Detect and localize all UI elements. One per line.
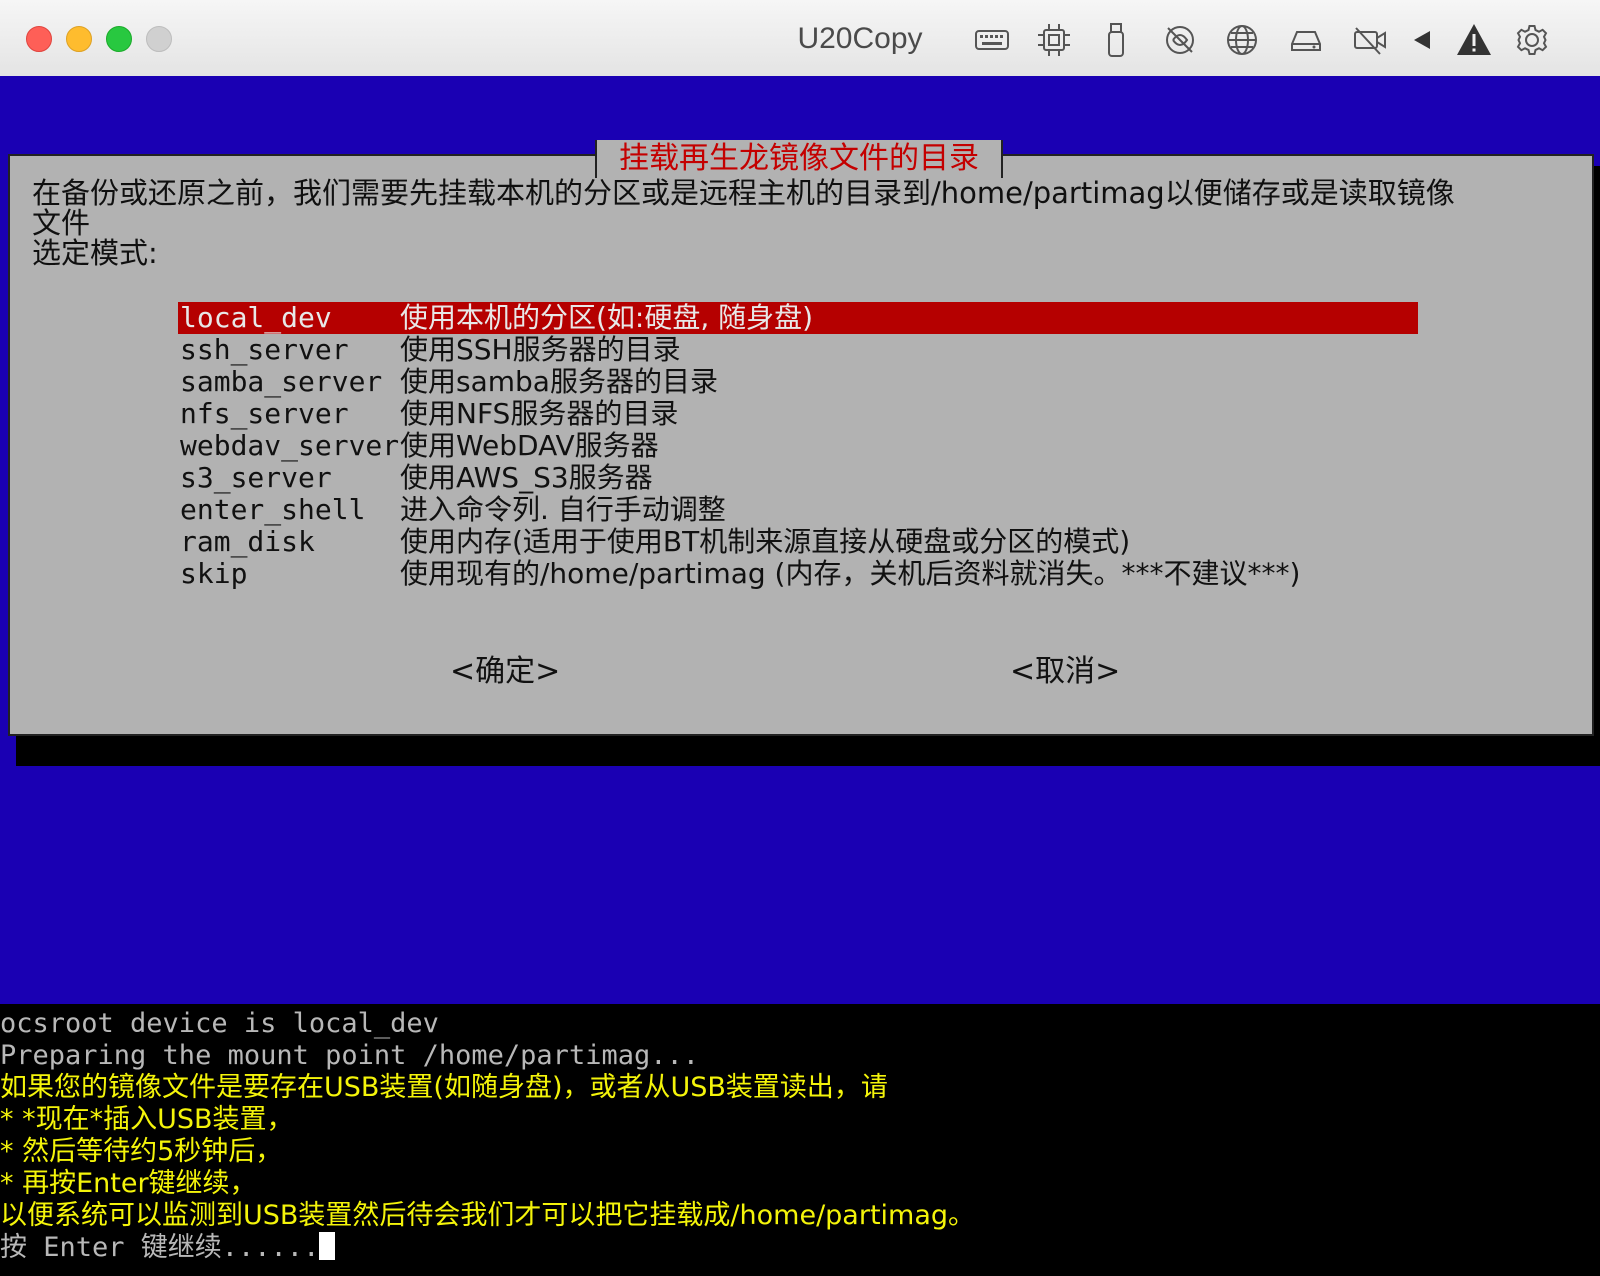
mode-menu: local_dev 使用本机的分区(如:硬盘, 随身盘) ssh_server …	[178, 302, 1418, 590]
warning-icon[interactable]	[1454, 20, 1494, 60]
menu-item-desc: 使用SSH服务器的目录	[400, 333, 681, 366]
menu-item-desc: 使用WebDAV服务器	[400, 429, 659, 462]
menu-item-key: webdav_server	[180, 429, 400, 462]
console-prompt-line[interactable]: 按 Enter 键继续......	[0, 1232, 336, 1263]
console-line: 如果您的镜像文件是要存在USB装置(如随身盘)，或者从USB装置读出，请	[0, 1072, 888, 1103]
ok-button[interactable]: <确定>	[450, 646, 560, 690]
menu-item-key: samba_server	[180, 365, 383, 398]
menu-item-desc: 使用samba服务器的目录	[400, 365, 718, 398]
menu-item-enter-shell[interactable]: enter_shell 进入命令列. 自行手动调整	[178, 494, 1418, 526]
cancel-button[interactable]: <取消>	[1010, 646, 1120, 690]
dialog-shadow	[1594, 166, 1600, 746]
menu-item-webdav-server[interactable]: webdav_server 使用WebDAV服务器	[178, 430, 1418, 462]
console-line: Preparing the mount point /home/partimag…	[0, 1040, 699, 1071]
dialog-title: 挂载再生龙镜像文件的目录	[619, 141, 979, 176]
prompt-line: 文件	[32, 206, 91, 240]
menu-item-key: skip	[180, 557, 248, 590]
close-button[interactable]	[26, 26, 52, 52]
dialog-shadow	[16, 736, 1600, 766]
menu-item-samba-server[interactable]: samba_server 使用samba服务器的目录	[178, 366, 1418, 398]
menu-item-ssh-server[interactable]: ssh_server 使用SSH服务器的目录	[178, 334, 1418, 366]
menu-item-key: ram_disk	[180, 525, 315, 558]
menu-item-key: ssh_server	[180, 333, 349, 366]
menu-item-key: local_dev	[180, 301, 332, 334]
menu-item-local-dev[interactable]: local_dev 使用本机的分区(如:硬盘, 随身盘)	[178, 302, 1418, 334]
menu-item-nfs-server[interactable]: nfs_server 使用NFS服务器的目录	[178, 398, 1418, 430]
menu-item-key: enter_shell	[180, 493, 366, 526]
window-titlebar[interactable]: U20Copy	[0, 0, 1600, 77]
globe-icon[interactable]	[1222, 20, 1262, 60]
menu-item-key: s3_server	[180, 461, 332, 494]
menu-item-desc: 使用本机的分区(如:硬盘, 随身盘)	[400, 301, 814, 334]
dialog-title-box: 挂载再生龙镜像文件的目录	[595, 140, 1003, 178]
console-line: * 然后等待约5秒钟后，	[0, 1136, 283, 1167]
prompt-line: 选定模式:	[32, 236, 158, 270]
console-prompt-text: 按 Enter 键继续......	[0, 1232, 320, 1263]
keyboard-icon[interactable]	[972, 20, 1012, 60]
disk-icon[interactable]	[1286, 20, 1326, 60]
minimize-button[interactable]	[66, 26, 92, 52]
menu-item-desc: 进入命令列. 自行手动调整	[400, 493, 726, 526]
camera-off-icon[interactable]	[1350, 20, 1390, 60]
usb-icon[interactable]	[1096, 20, 1136, 60]
console-line: ocsroot device is local_dev	[0, 1008, 439, 1039]
mount-dialog: 挂载再生龙镜像文件的目录 在备份或还原之前，我们需要先挂载本机的分区或是远程主机…	[8, 140, 1594, 736]
menu-item-desc: 使用NFS服务器的目录	[400, 397, 679, 430]
vm-screen[interactable]: 挂载再生龙镜像文件的目录 在备份或还原之前，我们需要先挂载本机的分区或是远程主机…	[0, 76, 1600, 1276]
menu-item-skip[interactable]: skip 使用现有的/home/partimag (内存，关机后资料就消失。**…	[178, 558, 1418, 590]
console-line: * *现在*插入USB装置，	[0, 1104, 294, 1135]
gear-icon[interactable]	[1512, 20, 1552, 60]
menu-item-s3-server[interactable]: s3_server 使用AWS_S3服务器	[178, 462, 1418, 494]
network-off-icon[interactable]	[1160, 20, 1200, 60]
cpu-icon[interactable]	[1034, 20, 1074, 60]
prompt-line: 在备份或还原之前，我们需要先挂载本机的分区或是远程主机的目录到/home/par…	[32, 176, 1455, 210]
text-cursor	[319, 1232, 336, 1260]
console-line: 以便系统可以监测到USB装置然后待会我们才可以把它挂载成/home/partim…	[0, 1200, 976, 1231]
menu-item-desc: 使用现有的/home/partimag (内存，关机后资料就消失。***不建议*…	[400, 557, 1301, 590]
menu-item-ram-disk[interactable]: ram_disk 使用内存(适用于使用BT机制来源直接从硬盘或分区的模式)	[178, 526, 1418, 558]
extra-window-button[interactable]	[146, 26, 172, 52]
menu-item-key: nfs_server	[180, 397, 349, 430]
console-line: * 再按Enter键继续，	[0, 1168, 257, 1199]
zoom-button[interactable]	[106, 26, 132, 52]
console-output: ocsroot device is local_dev Preparing th…	[0, 1004, 1600, 1276]
window-title: U20Copy	[797, 22, 923, 55]
vm-window: U20Copy 挂载再生龙镜像文件的目录 在备份或还原之前，我们需要先挂载本机的…	[0, 0, 1600, 1276]
dialog-prompt: 在备份或还原之前，我们需要先挂载本机的分区或是远程主机的目录到/home/par…	[32, 178, 1577, 268]
play-back-icon[interactable]	[1402, 20, 1442, 60]
menu-item-desc: 使用AWS_S3服务器	[400, 461, 653, 494]
menu-item-desc: 使用内存(适用于使用BT机制来源直接从硬盘或分区的模式)	[400, 525, 1131, 558]
